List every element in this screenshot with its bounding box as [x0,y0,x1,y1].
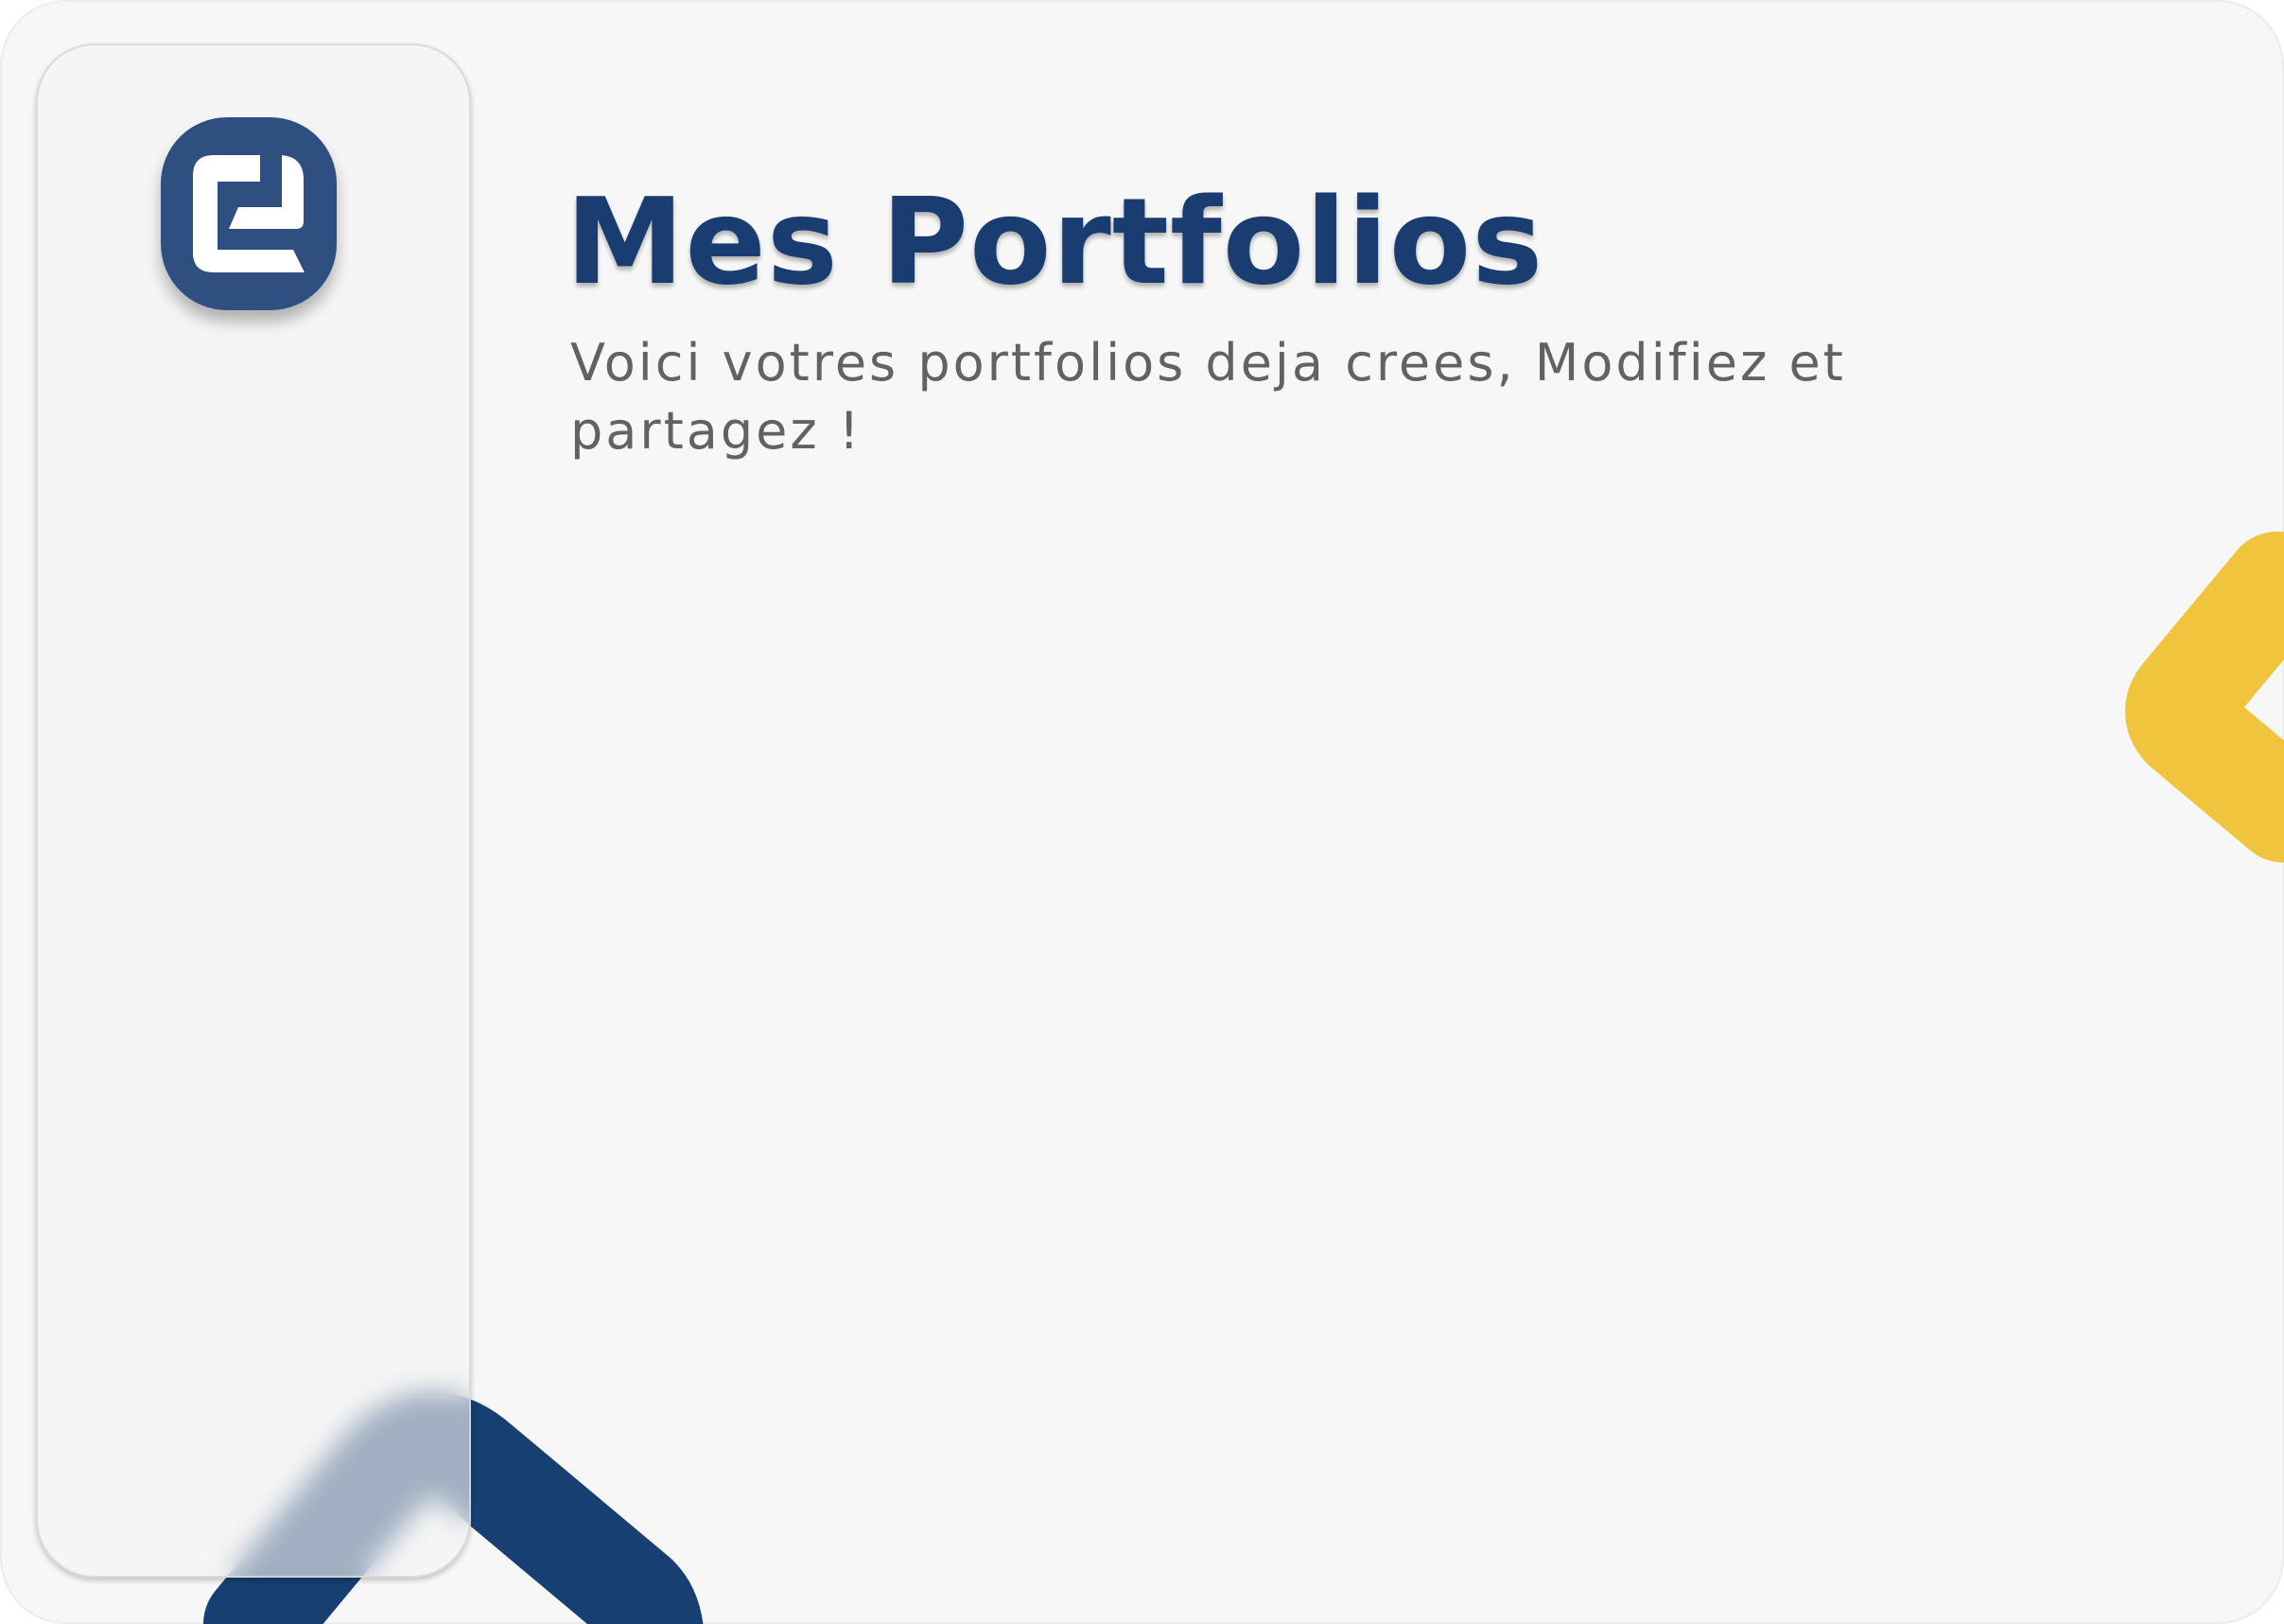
app-logo-icon[interactable] [161,117,337,310]
logo-glyph [193,155,305,272]
app-window: Mes Portfolios Voici votres portfolios d… [0,0,2284,1624]
page-subtitle: Voici votres portfolios deja crees, Modi… [570,333,1846,461]
yellow-chevron-shape [2125,532,2284,863]
page-title: Mes Portfolios [566,172,1544,311]
